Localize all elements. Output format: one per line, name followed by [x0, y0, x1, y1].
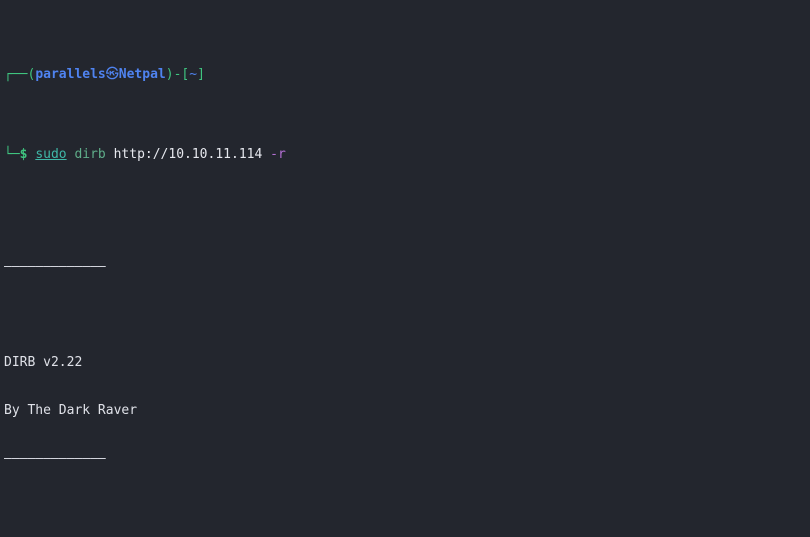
command-line[interactable]: └─$ sudo dirb http://10.10.11.114 -r — [4, 147, 810, 163]
prompt-corner-bottom-icon: └─ — [4, 147, 20, 162]
command-program: dirb — [74, 147, 106, 162]
prompt-hostname: Netpal — [118, 67, 166, 82]
separator-right: ————— — [66, 451, 106, 466]
tool-name-version: DIRB v2.22 — [4, 355, 83, 370]
separator-below-header: ————————————— — [4, 451, 810, 467]
prompt-paren-close: ) — [165, 67, 174, 82]
separator-left: ———————— — [4, 451, 67, 466]
prompt-line-top: ┌──(parallels㉿Netpal)-[~] — [4, 67, 810, 83]
prompt-corner-top-icon: ┌── — [4, 67, 28, 82]
prompt-username: parallels — [35, 67, 106, 82]
separator-top: ————————————— — [4, 259, 106, 274]
tool-author: By The Dark Raver — [4, 403, 138, 418]
kali-logo-icon: ㉿ — [105, 67, 119, 82]
command-target-url: http://10.10.11.114 — [113, 147, 263, 162]
command-flag: -r — [270, 147, 286, 162]
prompt-path: ~ — [189, 67, 198, 82]
terminal-window[interactable]: ┌──(parallels㉿Netpal)-[~] └─$ sudo dirb … — [0, 0, 810, 537]
prompt-bracket-close: ] — [197, 67, 205, 82]
command-sudo: sudo — [35, 147, 67, 162]
